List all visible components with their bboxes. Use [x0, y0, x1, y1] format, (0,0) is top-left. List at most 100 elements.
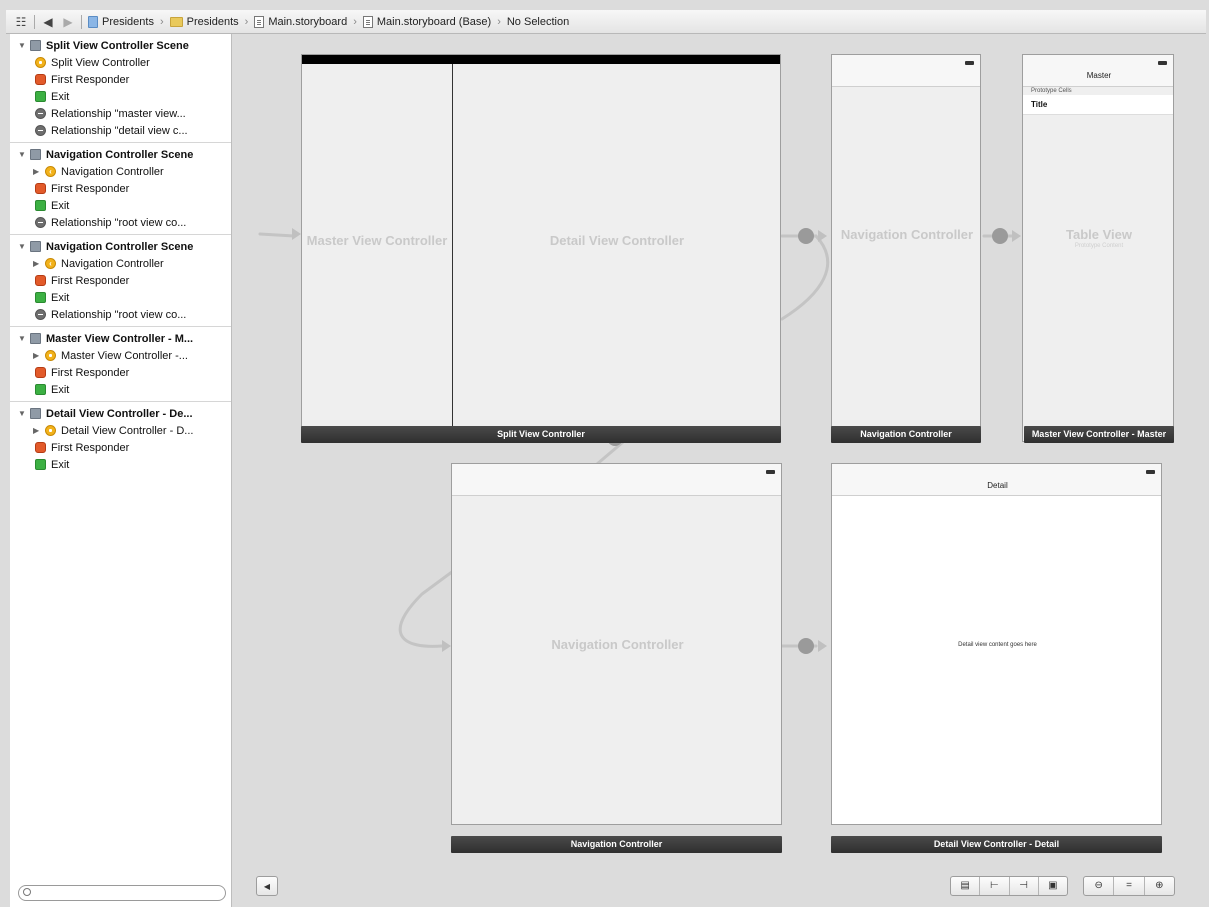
- scene-label-master-view-controller[interactable]: Master View Controller - Master: [1024, 426, 1174, 443]
- outline-item[interactable]: First Responder: [10, 439, 231, 456]
- breadcrumb-item-group[interactable]: Presidents: [187, 16, 239, 28]
- zoom-out-icon[interactable]: ⊖: [1084, 877, 1115, 895]
- disclosure-triangle-icon[interactable]: ▼: [18, 409, 30, 418]
- outline-item[interactable]: First Responder: [10, 71, 231, 88]
- scene-label-navigation-controller[interactable]: Navigation Controller: [831, 426, 981, 443]
- outline-item[interactable]: ▶ Detail View Controller - D...: [10, 422, 231, 439]
- split-view-controller-scene[interactable]: Master View Controller Detail View Contr…: [301, 54, 781, 442]
- outline-item[interactable]: Relationship "root view co...: [10, 306, 231, 323]
- back-arrow-icon[interactable]: ◀: [41, 15, 55, 29]
- outline-item[interactable]: Exit: [10, 88, 231, 105]
- outline-item-label: Master View Controller -...: [61, 349, 188, 362]
- outline-item[interactable]: First Responder: [10, 180, 231, 197]
- zoom-in-icon[interactable]: ⊕: [1145, 877, 1174, 895]
- breadcrumb-item-selection[interactable]: No Selection: [507, 16, 569, 28]
- segue-relationship-icon[interactable]: [798, 228, 814, 244]
- storyboard-canvas[interactable]: Master View Controller Detail View Contr…: [232, 34, 1209, 907]
- outline-item[interactable]: Exit: [10, 456, 231, 473]
- segue-arrow-icon: [818, 640, 827, 652]
- outline-item-label: First Responder: [51, 441, 130, 454]
- prototype-cells-section-header: Prototype Cells: [1031, 88, 1072, 94]
- breadcrumb-item-storyboard[interactable]: Main.storyboard: [268, 16, 347, 28]
- scene-icon: [30, 333, 41, 344]
- outline-item[interactable]: ▶ ‹ Navigation Controller: [10, 255, 231, 272]
- navigation-controller-scene[interactable]: Navigation Controller: [451, 463, 782, 825]
- segue-line-split-to-nav2: [780, 234, 830, 321]
- battery-icon: [1146, 470, 1155, 474]
- scene-label-navigation-controller[interactable]: Navigation Controller: [451, 836, 782, 853]
- navigation-controller-placeholder-label: Navigation Controller: [840, 227, 974, 242]
- forward-arrow-icon[interactable]: ▶: [61, 15, 75, 29]
- segue-relationship-icon[interactable]: [798, 638, 814, 654]
- scene-header[interactable]: ▼ Master View Controller - M...: [10, 330, 231, 347]
- segue-relationship-icon[interactable]: [992, 228, 1008, 244]
- outline-item-label: Relationship "master view...: [51, 107, 186, 120]
- scene-header[interactable]: ▼ Split View Controller Scene: [10, 37, 231, 54]
- navigation-bar: [832, 55, 980, 87]
- navigation-controller-scene[interactable]: Navigation Controller: [831, 54, 981, 442]
- outline-item-label: First Responder: [51, 366, 130, 379]
- outline-item-label: Exit: [51, 383, 70, 396]
- disclosure-triangle-icon[interactable]: ▶: [33, 351, 45, 360]
- outline-item-label: Split View Controller: [51, 56, 150, 69]
- master-view-controller-scene[interactable]: Master Prototype Cells Title Table View …: [1022, 54, 1174, 442]
- zoom-fit-icon[interactable]: =: [1114, 877, 1145, 895]
- view-controller-icon: [35, 57, 46, 68]
- outline-item[interactable]: ▶ ‹ Navigation Controller: [10, 163, 231, 180]
- pin-icon[interactable]: ⊢: [980, 877, 1010, 895]
- scene-title: Navigation Controller Scene: [46, 148, 194, 161]
- disclosure-triangle-icon[interactable]: ▼: [18, 242, 30, 251]
- related-items-icon[interactable]: ☷: [14, 15, 28, 29]
- scene-header[interactable]: ▼ Detail View Controller - De...: [10, 405, 231, 422]
- outline-item-label: Exit: [51, 458, 70, 471]
- scene-header[interactable]: ▼ Navigation Controller Scene: [10, 238, 231, 255]
- battery-icon: [965, 61, 974, 65]
- navigation-bar: [452, 464, 781, 496]
- outline-filter-field[interactable]: [18, 885, 226, 901]
- scene-label-detail-view-controller[interactable]: Detail View Controller - Detail: [831, 836, 1162, 853]
- segue-arrow-icon: [818, 230, 827, 242]
- outline-item[interactable]: First Responder: [10, 364, 231, 381]
- outline-item-label: Relationship "root view co...: [51, 216, 187, 229]
- outline-item[interactable]: Exit: [10, 381, 231, 398]
- align-icon[interactable]: ▤: [951, 877, 981, 895]
- outline-item[interactable]: Relationship "root view co...: [10, 214, 231, 231]
- detail-content-label: Detail view content goes here: [958, 642, 1037, 648]
- outline-item[interactable]: Exit: [10, 289, 231, 306]
- scene-label-split-view-controller[interactable]: Split View Controller: [301, 426, 781, 443]
- disclosure-triangle-icon[interactable]: ▶: [33, 259, 45, 268]
- table-cell-title[interactable]: Title: [1023, 95, 1173, 115]
- disclosure-triangle-icon[interactable]: ▶: [33, 167, 45, 176]
- view-controller-icon: [45, 350, 56, 361]
- initial-segue-line: [258, 232, 296, 238]
- scene-icon: [30, 241, 41, 252]
- outline-item[interactable]: Relationship "master view...: [10, 105, 231, 122]
- scene-header[interactable]: ▼ Navigation Controller Scene: [10, 146, 231, 163]
- navigation-title: Detail: [987, 481, 1008, 490]
- resizing-icon[interactable]: ▣: [1039, 877, 1067, 895]
- breadcrumb-item-project[interactable]: Presidents: [102, 16, 154, 28]
- disclosure-triangle-icon[interactable]: ▶: [33, 426, 45, 435]
- battery-icon: [766, 470, 775, 474]
- resolve-issues-icon[interactable]: ⊣: [1010, 877, 1039, 895]
- outline-item[interactable]: Split View Controller: [10, 54, 231, 71]
- scene-icon: [30, 149, 41, 160]
- outline-item[interactable]: First Responder: [10, 272, 231, 289]
- outline-item-label: First Responder: [51, 182, 130, 195]
- relationship-icon: [35, 217, 46, 228]
- document-outline: ▼ Split View Controller Scene Split View…: [10, 34, 232, 907]
- outline-item[interactable]: Exit: [10, 197, 231, 214]
- scene-title: Navigation Controller Scene: [46, 240, 194, 253]
- breadcrumb-item-base[interactable]: Main.storyboard (Base): [377, 16, 491, 28]
- outline-item-label: First Responder: [51, 274, 130, 287]
- disclosure-triangle-icon[interactable]: ▼: [18, 150, 30, 159]
- disclosure-triangle-icon[interactable]: ▼: [18, 41, 30, 50]
- scene-title: Split View Controller Scene: [46, 39, 189, 52]
- split-divider: [452, 64, 453, 441]
- outline-item[interactable]: ▶ Master View Controller -...: [10, 347, 231, 364]
- outline-item-label: Navigation Controller: [61, 165, 164, 178]
- disclosure-triangle-icon[interactable]: ▼: [18, 334, 30, 343]
- show-outline-button[interactable]: ◀: [256, 876, 278, 896]
- detail-view-controller-scene[interactable]: Detail Detail view content goes here: [831, 463, 1162, 825]
- outline-item[interactable]: Relationship "detail view c...: [10, 122, 231, 139]
